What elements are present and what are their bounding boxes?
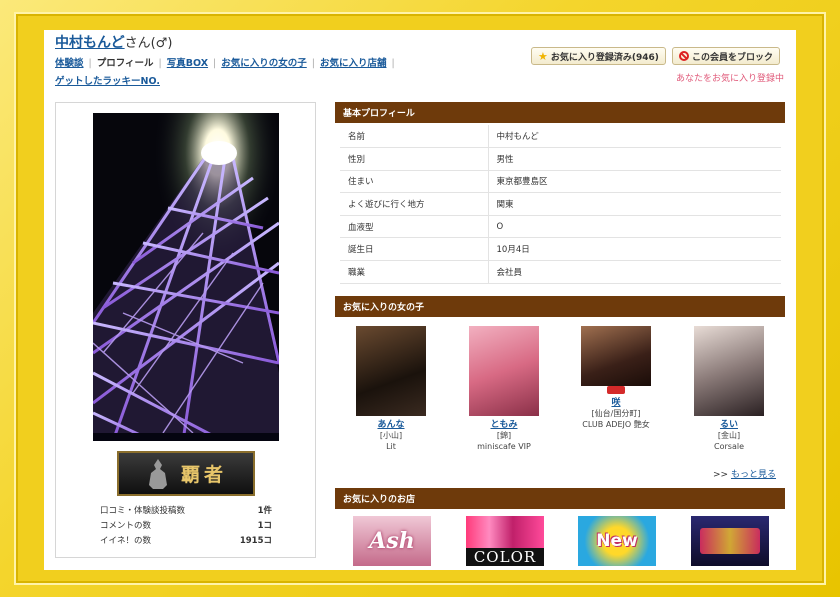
stat-value: 1コ — [257, 520, 272, 531]
stat-value: 1件 — [257, 505, 272, 516]
profile-key: よく遊びに行く地方 — [340, 192, 489, 216]
table-row: 性別 男性 — [340, 147, 781, 171]
profile-nav: 体験談 | プロフィール | 写真BOX | お気に入りの女の子 | お気に入り店舗 | ゲットした… — [55, 58, 395, 87]
more-girls-link[interactable]: もっと見る — [731, 470, 776, 480]
profile-photo[interactable] — [93, 113, 279, 441]
profile-key: 誕生日 — [340, 237, 489, 262]
prohibited-icon — [679, 51, 689, 61]
shop-banner-text: New — [596, 531, 638, 551]
profile-key: 血液型 — [340, 215, 489, 239]
more-girls: >> もっと見る — [713, 467, 776, 480]
stat-label: 口コミ・体験談投稿数 — [100, 505, 186, 516]
profile-key: 職業 — [340, 260, 489, 284]
star-icon: ★ — [538, 49, 548, 63]
girl-name-link[interactable]: るい — [694, 417, 764, 430]
profile-value: 10月4日 — [488, 237, 781, 262]
profile-value: 関東 — [488, 192, 781, 216]
rank-badge: 覇者 — [117, 451, 255, 496]
girl-name-link[interactable]: あんな — [356, 417, 426, 430]
tower-illustration — [93, 113, 279, 441]
list-item: 咲 [仙台/国分町] CLUB ADEJO 艶女 — [581, 326, 651, 430]
girl-shop: Corsale — [714, 442, 744, 451]
ribbon-icon — [607, 386, 625, 394]
profile-key: 名前 — [340, 125, 489, 149]
table-row: 名前 中村もんど — [340, 125, 781, 149]
shop-banner-graphic — [700, 528, 760, 554]
profile-value: O — [488, 215, 781, 239]
username-suffix: さん(♂) — [124, 36, 173, 51]
basic-profile-heading: 基本プロフィール — [335, 102, 785, 123]
nav-profile: プロフィール — [96, 58, 154, 69]
list-item: るい [金山] Corsale — [694, 326, 764, 452]
girl-photo[interactable] — [356, 326, 426, 416]
nav-fav-shops[interactable]: お気に入り店舗 — [320, 58, 387, 69]
favorite-button[interactable]: ★ お気に入り登録済み(946) — [531, 47, 666, 65]
list-item: ともみ [錦] miniscafe VIP — [469, 326, 539, 452]
fav-girls-heading: お気に入りの女の子 — [335, 296, 785, 317]
favorite-button-label: お気に入り登録済み(946) — [550, 52, 659, 63]
stat-row: イイネ！の数 1915コ — [100, 532, 272, 547]
stat-row: 口コミ・体験談投稿数 1件 — [100, 502, 272, 517]
table-row: 職業 会社員 — [340, 260, 781, 284]
fav-girls-list: あんな [小山] Lit ともみ [錦] miniscafe VIP 咲 [仙台… — [343, 326, 783, 456]
girl-shop: miniscafe VIP — [477, 442, 531, 451]
shop-banner-text: Ash — [369, 528, 415, 554]
profile-key: 住まい — [340, 170, 489, 194]
shop-banner[interactable]: COLOR — [466, 516, 544, 566]
activity-stats: 口コミ・体験談投稿数 1件 コメントの数 1コ イイネ！の数 1915コ — [100, 502, 272, 547]
shop-banner-text: COLOR — [466, 548, 544, 566]
table-row: よく遊びに行く地方 関東 — [340, 192, 781, 216]
girl-photo[interactable] — [469, 326, 539, 416]
profile-value: 会社員 — [488, 260, 781, 284]
stat-row: コメントの数 1コ — [100, 517, 272, 532]
block-button-label: この会員をブロック — [692, 52, 774, 63]
favorited-by-note: あなたをお気に入り登録中 — [675, 74, 784, 84]
nav-taikendan[interactable]: 体験談 — [55, 58, 84, 69]
stat-label: イイネ！の数 — [100, 535, 152, 546]
shop-banner[interactable]: New — [578, 516, 656, 566]
girl-name-link[interactable]: ともみ — [469, 417, 539, 430]
girl-area: [仙台/国分町] — [591, 409, 641, 418]
girl-area: [金山] — [717, 431, 741, 440]
list-item: あんな [小山] Lit — [356, 326, 426, 452]
profile-page: 中村もんどさん(♂) 体験談 | プロフィール | 写真BOX | お気に入りの女の子 | お気… — [44, 30, 796, 570]
basic-profile-table: 名前 中村もんど 性別 男性 住まい 東京都豊島区 よく遊びに行く地方 関東 血液型 O … — [340, 125, 781, 284]
nav-lucky-no[interactable]: ゲットしたラッキーNO. — [55, 76, 160, 87]
table-row: 誕生日 10月4日 — [340, 237, 781, 262]
profile-key: 性別 — [340, 147, 489, 171]
nav-photo-box[interactable]: 写真BOX — [167, 58, 208, 69]
stat-value: 1915コ — [239, 535, 272, 546]
profile-value: 男性 — [488, 147, 781, 171]
profile-value: 中村もんど — [488, 125, 781, 149]
page-title: 中村もんどさん(♂) — [55, 32, 172, 52]
block-button[interactable]: この会員をブロック — [672, 47, 781, 65]
stat-label: コメントの数 — [100, 520, 152, 531]
girl-photo[interactable] — [581, 326, 651, 386]
girl-area: [小山] — [379, 431, 403, 440]
username-link[interactable]: 中村もんど — [55, 35, 125, 51]
table-row: 住まい 東京都豊島区 — [340, 170, 781, 194]
fav-shops-list: Ash COLOR New — [351, 516, 771, 570]
warrior-silhouette-icon — [148, 458, 167, 489]
profile-photo-panel: 覇者 口コミ・体験談投稿数 1件 コメントの数 1コ イイネ！の数 1915コ — [55, 102, 316, 558]
rank-badge-title: 覇者 — [180, 464, 227, 486]
girl-shop: Lit — [386, 442, 396, 451]
shop-banner[interactable] — [691, 516, 769, 566]
nav-fav-girls[interactable]: お気に入りの女の子 — [221, 58, 307, 69]
girl-shop: CLUB ADEJO 艶女 — [582, 420, 650, 429]
profile-value: 東京都豊島区 — [488, 170, 781, 194]
girl-photo[interactable] — [694, 326, 764, 416]
table-row: 血液型 O — [340, 215, 781, 239]
shop-banner[interactable]: Ash — [353, 516, 431, 566]
girl-area: [錦] — [496, 431, 512, 440]
more-prefix: >> — [713, 470, 729, 480]
fav-shops-heading: お気に入りのお店 — [335, 488, 785, 509]
girl-name-link[interactable]: 咲 — [581, 395, 651, 408]
